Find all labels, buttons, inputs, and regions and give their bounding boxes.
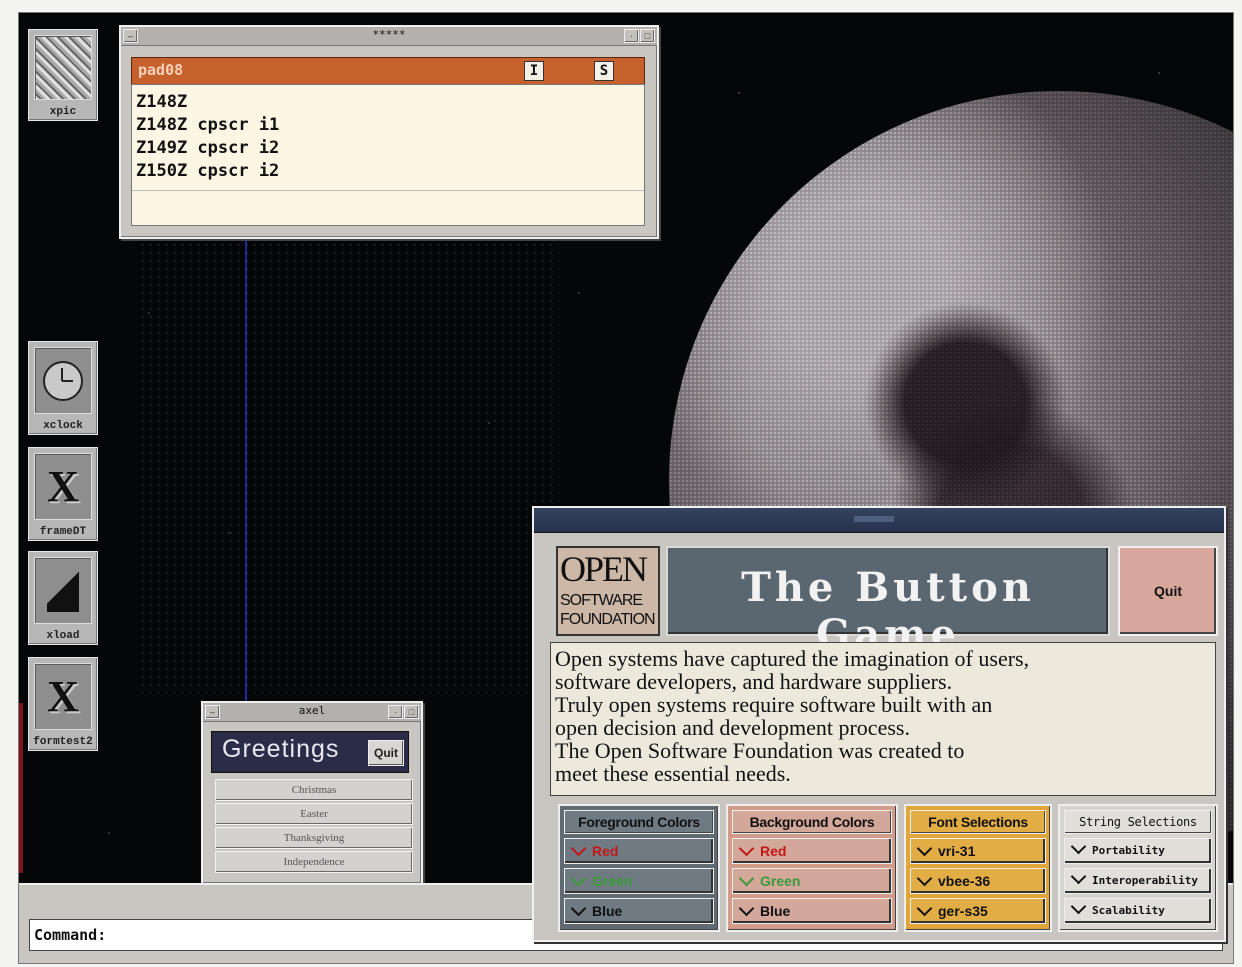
quit-button[interactable]: Quit bbox=[1118, 546, 1218, 636]
logo-foundation-text: FOUNDATION bbox=[560, 611, 656, 628]
description-line: The Open Software Foundation was created… bbox=[555, 738, 965, 763]
toggle-indicator-icon bbox=[738, 870, 755, 887]
font-selections-group: Font Selections vri-31 vbee-36 ger-s35 bbox=[904, 804, 1052, 932]
divider bbox=[132, 190, 644, 191]
desktop-icon-xpic[interactable]: xpic bbox=[28, 29, 98, 121]
greetings-header: Greetings Quit bbox=[211, 731, 409, 773]
desktop-icon-framedt[interactable]: X frameDT bbox=[28, 447, 98, 541]
string-option-scalability[interactable]: Scalability bbox=[1064, 898, 1212, 924]
toggle-indicator-icon bbox=[1070, 899, 1087, 915]
fg-red-option[interactable]: Red bbox=[564, 838, 714, 864]
greetings-title: Greetings bbox=[222, 735, 340, 763]
pad-text-area[interactable]: Z148Z Z148Z cpscr i1 Z149Z cpscr i2 Z150… bbox=[131, 84, 645, 226]
pad-name: pad08 bbox=[138, 61, 184, 79]
desktop-icon-xclock[interactable]: xclock bbox=[28, 341, 98, 435]
group-heading: Font Selections bbox=[910, 810, 1046, 834]
command-label: Command: bbox=[34, 926, 107, 944]
axel-titlebar[interactable]: – axel · □ bbox=[203, 703, 421, 722]
string-option-interoperability[interactable]: Interoperability bbox=[1064, 868, 1212, 894]
font-option-gers35[interactable]: ger-s35 bbox=[910, 898, 1046, 924]
button-game-titlebar[interactable] bbox=[534, 508, 1224, 533]
description-line: software developers, and hardware suppli… bbox=[555, 669, 953, 694]
greeting-option-thanksgiving[interactable]: Thanksgiving bbox=[215, 827, 413, 849]
search-flag-button[interactable]: S bbox=[594, 61, 614, 81]
toggle-indicator-icon bbox=[570, 870, 587, 887]
foreground-colors-group: Foreground Colors Red Green Blue bbox=[558, 804, 720, 932]
icon-label: xload bbox=[46, 630, 80, 642]
toggle-indicator-icon bbox=[1070, 869, 1087, 885]
toggle-indicator-icon bbox=[916, 870, 933, 887]
window-guide-line bbox=[245, 238, 247, 708]
greeting-option-christmas[interactable]: Christmas bbox=[215, 779, 413, 801]
icon-label: formtest2 bbox=[33, 736, 93, 748]
maximize-button[interactable]: □ bbox=[640, 29, 655, 43]
xpic-image-icon bbox=[34, 35, 92, 100]
desktop-screen: xpic xclock X frameDT xload X formtest2 … bbox=[18, 12, 1234, 964]
toggle-indicator-icon bbox=[570, 840, 587, 857]
logo-open-text: OPEN bbox=[560, 549, 648, 589]
icon-label: frameDT bbox=[39, 526, 87, 538]
toggle-indicator-icon bbox=[916, 840, 933, 857]
group-heading: Foreground Colors bbox=[564, 810, 714, 834]
maximize-button[interactable]: □ bbox=[404, 705, 419, 719]
x-logo-icon: X bbox=[34, 453, 92, 520]
group-heading: String Selections bbox=[1064, 810, 1212, 834]
bg-blue-option[interactable]: Blue bbox=[732, 898, 892, 924]
toggle-indicator-icon bbox=[1070, 839, 1087, 855]
axel-window: – axel · □ Greetings Quit Christmas East… bbox=[201, 701, 423, 885]
string-selections-group: String Selections Portability Interopera… bbox=[1058, 804, 1218, 932]
pad-line: Z150Z cpscr i2 bbox=[136, 161, 280, 181]
insert-flag-button[interactable]: I bbox=[524, 61, 544, 81]
pad-window: – ***** · □ pad08 I S Z148Z Z148Z cpscr … bbox=[119, 25, 659, 239]
description-line: Open systems have captured the imaginati… bbox=[555, 646, 1030, 671]
clock-icon bbox=[34, 347, 92, 414]
dot-grid-background bbox=[139, 233, 559, 693]
load-graph-icon bbox=[34, 557, 92, 624]
button-game-window: OPEN SOFTWARE FOUNDATION The Button Game… bbox=[532, 506, 1226, 942]
osf-logo: OPEN SOFTWARE FOUNDATION bbox=[556, 546, 660, 636]
pad-line: Z148Z bbox=[136, 92, 188, 112]
logo-software-text: SOFTWARE bbox=[560, 592, 643, 609]
minimize-button[interactable]: · bbox=[624, 29, 639, 43]
minimize-button[interactable]: · bbox=[388, 705, 403, 719]
fg-green-option[interactable]: Green bbox=[564, 868, 714, 894]
x-logo-icon: X bbox=[34, 663, 92, 730]
greeting-option-independence[interactable]: Independence bbox=[215, 851, 413, 873]
toggle-indicator-icon bbox=[738, 900, 755, 917]
greeting-option-easter[interactable]: Easter bbox=[215, 803, 413, 825]
background-colors-group: Background Colors Red Green Blue bbox=[726, 804, 898, 932]
icon-label: xpic bbox=[49, 106, 77, 118]
pad-titlebar[interactable]: – ***** · □ bbox=[121, 27, 657, 46]
description-line: Truly open systems require software buil… bbox=[555, 692, 993, 717]
description-line: meet these essential needs. bbox=[555, 761, 791, 786]
desktop-icon-xload[interactable]: xload bbox=[28, 551, 98, 645]
description-text-area[interactable]: Open systems have captured the imaginati… bbox=[550, 642, 1216, 796]
desktop-icon-formtest2[interactable]: X formtest2 bbox=[28, 657, 98, 751]
window-menu-button[interactable]: – bbox=[123, 29, 138, 43]
icon-label: xclock bbox=[43, 420, 83, 432]
window-title: ***** bbox=[372, 28, 406, 41]
description-line: open decision and development process. bbox=[555, 715, 910, 740]
toggle-indicator-icon bbox=[570, 900, 587, 917]
bg-green-option[interactable]: Green bbox=[732, 868, 892, 894]
string-option-portability[interactable]: Portability bbox=[1064, 838, 1212, 864]
side-accent bbox=[19, 703, 23, 873]
quit-button[interactable]: Quit bbox=[368, 740, 404, 766]
title-banner: The Button Game bbox=[666, 546, 1110, 658]
font-option-vri31[interactable]: vri-31 bbox=[910, 838, 1046, 864]
toggle-indicator-icon bbox=[738, 840, 755, 857]
pad-line: Z148Z cpscr i1 bbox=[136, 115, 280, 135]
bg-red-option[interactable]: Red bbox=[732, 838, 892, 864]
window-title: axel bbox=[298, 704, 326, 717]
toggle-indicator-icon bbox=[916, 900, 933, 917]
pad-header[interactable]: pad08 I S bbox=[131, 57, 645, 85]
pad-line: Z149Z cpscr i2 bbox=[136, 138, 280, 158]
fg-blue-option[interactable]: Blue bbox=[564, 898, 714, 924]
font-option-vbee36[interactable]: vbee-36 bbox=[910, 868, 1046, 894]
window-menu-button[interactable]: – bbox=[205, 705, 220, 719]
group-heading: Background Colors bbox=[732, 810, 892, 834]
